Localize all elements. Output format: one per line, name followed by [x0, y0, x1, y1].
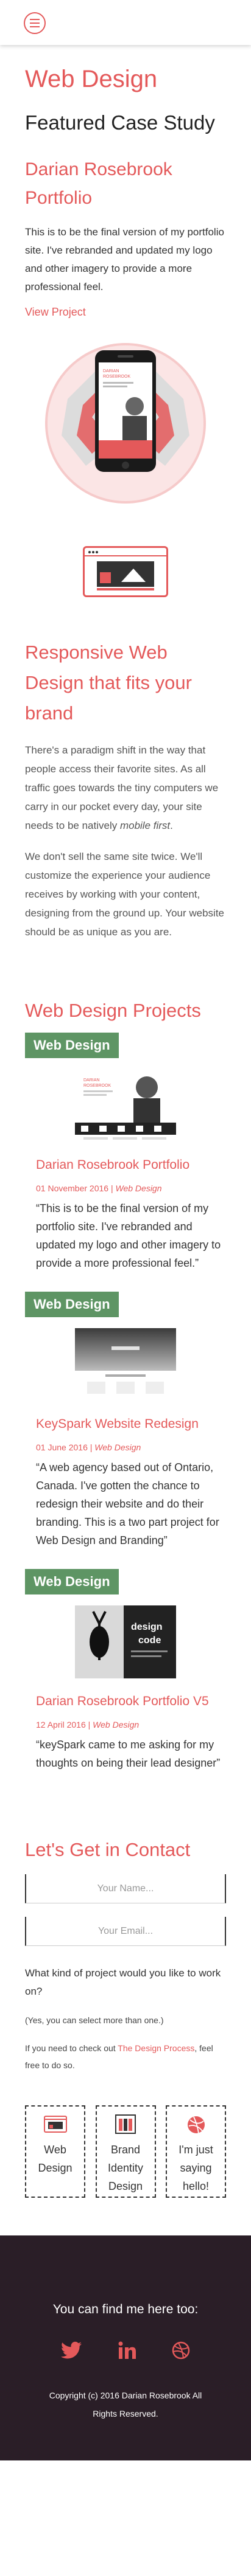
project-title[interactable]: KeySpark Website Redesign: [36, 1417, 226, 1432]
project-badge: Web Design: [25, 1033, 119, 1058]
copyright-text: Copyright (c) 2016 Darian Rosebrook All …: [49, 2391, 202, 2418]
social-links: [0, 2341, 251, 2360]
main-content: Web Design Featured Case Study Darian Ro…: [0, 66, 251, 2198]
project-quote: “A web agency based out of Ontario, Cana…: [36, 1461, 219, 1546]
top-bar: [0, 0, 251, 45]
featured-heading: Featured Case Study: [25, 111, 215, 134]
projects-heading: Web Design Projects: [25, 1000, 201, 1021]
browser-icon: [83, 546, 168, 597]
footer: You can find me here too: Copyright (c) …: [0, 2235, 251, 2460]
case-study-description: This is to be the final version of my po…: [25, 226, 224, 293]
twitter-icon[interactable]: [61, 2341, 83, 2360]
responsive-paragraph-2: We don't sell the same site twice. We'll…: [25, 851, 225, 938]
svg-text:design: design: [131, 1622, 163, 1632]
design-process-link[interactable]: The Design Process: [118, 2043, 194, 2053]
dribbble-icon: [187, 2116, 205, 2134]
project-thumbnail[interactable]: DARIAN ROSEBROOK: [75, 1069, 176, 1142]
page-title: Web Design: [25, 66, 158, 92]
find-me-text: You can find me here too:: [52, 2302, 199, 2316]
project-card: Web Design DARIAN ROSEBROOK Darian Roseb…: [25, 1022, 226, 1272]
project-title[interactable]: Darian Rosebrook Portfolio V5: [36, 1694, 226, 1709]
choice-label: Brand Identity Design: [107, 2144, 144, 2192]
choice-label: I'm just saying hello!: [179, 2144, 213, 2192]
phone-illustration: DARIAN ROSEBROOK: [25, 332, 226, 514]
project-meta: 01 June 2016 | Web Design: [36, 1442, 141, 1452]
name-field-wrapper: [25, 1874, 226, 1903]
project-type-choices: Web Design Brand Identity Design I'm jus…: [25, 2105, 226, 2198]
email-field-wrapper: [25, 1917, 226, 1946]
email-field[interactable]: [26, 1925, 225, 1937]
project-quote: “keySpark came to me asking for my thoug…: [36, 1739, 221, 1769]
dribbble-icon[interactable]: [172, 2341, 190, 2360]
project-question: What kind of project would you like to w…: [25, 1967, 221, 1997]
project-badge: Web Design: [25, 1569, 119, 1594]
contact-heading: Let's Get in Contact: [25, 1839, 191, 1860]
project-quote: “This is to be the final version of my p…: [36, 1202, 221, 1269]
name-field[interactable]: [26, 1883, 225, 1894]
project-thumbnail[interactable]: design code: [75, 1605, 176, 1678]
phone-name-line1: DARIAN: [103, 369, 119, 373]
responsive-paragraph-1: There's a paradigm shift in the way that…: [25, 744, 219, 831]
svg-text:DARIAN: DARIAN: [83, 1078, 99, 1082]
phone-name-line2: ROSEBROOK: [103, 375, 130, 379]
svg-text:code: code: [138, 1635, 161, 1646]
responsive-heading: Responsive Web Design that fits your bra…: [25, 642, 192, 724]
palette-icon: [115, 2114, 136, 2134]
choice-say-hello[interactable]: I'm just saying hello!: [166, 2105, 226, 2198]
project-card: Web Design KeySpark Website Redesign 01 …: [25, 1281, 226, 1549]
design-process-note: If you need to check out The Design Proc…: [25, 2043, 213, 2070]
project-badge: Web Design: [25, 1292, 119, 1317]
project-thumbnail[interactable]: [75, 1328, 176, 1401]
case-study-title: Darian Rosebrook Portfolio: [25, 159, 172, 208]
view-project-link[interactable]: View Project: [25, 306, 226, 319]
linkedin-icon[interactable]: [118, 2341, 136, 2360]
choice-web-design[interactable]: Web Design: [25, 2105, 85, 2198]
select-note: (Yes, you can select more than one.): [25, 2015, 164, 2025]
project-card: Web Design design code Darian Rosebrook …: [25, 1558, 226, 1772]
phone-mockup-graphic: DARIAN ROSEBROOK: [45, 343, 206, 504]
browser-icon: [43, 2116, 67, 2133]
svg-text:ROSEBROOK: ROSEBROOK: [83, 1084, 111, 1088]
project-title[interactable]: Darian Rosebrook Portfolio: [36, 1158, 226, 1172]
hamburger-icon[interactable]: [24, 12, 46, 34]
choice-label: Web Design: [38, 2144, 72, 2174]
choice-brand-identity[interactable]: Brand Identity Design: [95, 2105, 156, 2198]
project-meta: 12 April 2016 | Web Design: [36, 1720, 140, 1729]
project-meta: 01 November 2016 | Web Design: [36, 1183, 162, 1193]
